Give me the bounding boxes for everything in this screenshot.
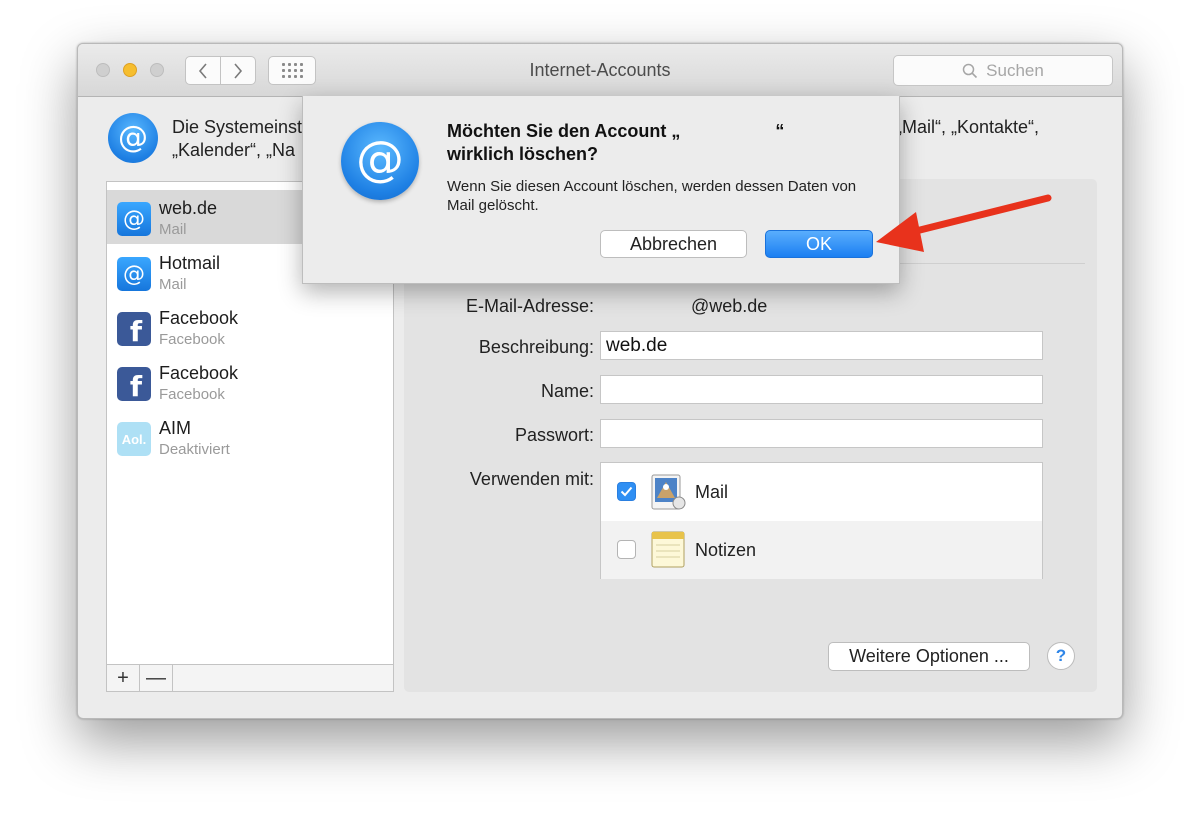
account-type: Facebook [159, 331, 225, 348]
description-label: Beschreibung: [478, 337, 594, 357]
account-name: Facebook [159, 308, 239, 328]
svg-text:f: f [130, 370, 143, 398]
svg-text:f: f [130, 315, 143, 343]
use-with-row-notes[interactable]: Notizen [601, 521, 1042, 579]
delete-account-dialog: @ Möchten Sie den Account „ “ wirklich l… [302, 96, 900, 284]
notes-app-label: Notizen [695, 540, 757, 560]
header-description-line2: „Kalender“, „Na [172, 140, 296, 160]
account-type: Mail [159, 276, 187, 293]
dialog-title-line2: wirklich löschen? [447, 144, 599, 164]
svg-text:@: @ [356, 131, 404, 187]
use-with-label: Verwenden mit: [469, 469, 594, 489]
at-icon: @ [356, 131, 404, 187]
notes-checkbox[interactable] [617, 540, 636, 559]
password-field[interactable] [600, 419, 1043, 448]
mail-app-icon [651, 474, 686, 510]
remove-account-button[interactable]: — [140, 665, 173, 691]
account-name: AIM [159, 418, 192, 438]
name-label: Name: [540, 381, 594, 401]
mail-app-label: Mail [695, 482, 729, 502]
cancel-button[interactable]: Abbrechen [600, 230, 747, 258]
title-bar[interactable]: Internet-Accounts Suchen [78, 44, 1122, 97]
dialog-message: Wenn Sie diesen Account löschen, werden … [447, 178, 857, 214]
internet-accounts-icon: @ [108, 113, 158, 163]
header-description-line1: Die Systemeinst [172, 117, 303, 137]
account-name: Facebook [159, 363, 239, 383]
facebook-icon: f [117, 367, 151, 401]
description-field[interactable] [600, 331, 1043, 360]
more-options-button[interactable]: Weitere Optionen ... [828, 642, 1030, 671]
account-type: Mail [159, 221, 187, 238]
account-item-facebook-1[interactable]: f Facebook Facebook [107, 300, 393, 354]
account-type: Facebook [159, 386, 225, 403]
help-button[interactable]: ? [1047, 642, 1075, 670]
annotation-arrow [876, 194, 1052, 252]
password-label: Passwort: [514, 425, 594, 445]
account-name: web.de [159, 198, 218, 218]
header-description-right: t „Mail“, „Kontakte“, [886, 117, 1040, 137]
svg-text:@: @ [123, 207, 145, 232]
email-label: E-Mail-Adresse: [465, 296, 594, 316]
internet-accounts-dialog-icon: @ [341, 122, 419, 200]
checkmark-icon [620, 486, 633, 497]
facebook-icon: f [117, 312, 151, 346]
account-type: Deaktiviert [159, 441, 230, 458]
name-field[interactable] [600, 375, 1043, 404]
svg-text:@: @ [118, 120, 148, 155]
email-value: @web.de [691, 296, 768, 316]
use-with-list: Mail Notizen [600, 462, 1043, 579]
search-placeholder: Suchen [986, 60, 1044, 80]
aol-icon: Aol. [117, 422, 151, 456]
account-list-toolbar: + — [106, 664, 394, 692]
notes-app-icon [651, 531, 685, 568]
mail-checkbox[interactable] [617, 482, 636, 501]
search-field[interactable]: Suchen [893, 55, 1113, 86]
account-item-aim[interactable]: Aol. AIM Deaktiviert [107, 410, 393, 464]
svg-text:@: @ [123, 262, 145, 287]
search-icon [962, 63, 978, 78]
at-icon: @ [117, 202, 151, 236]
add-account-button[interactable]: + [107, 665, 140, 691]
ok-button[interactable]: OK [765, 230, 873, 258]
at-icon: @ [118, 120, 148, 155]
dialog-title: Möchten Sie den Account „ “ [447, 121, 785, 141]
at-icon: @ [117, 257, 151, 291]
use-with-row-mail[interactable]: Mail [601, 463, 1042, 521]
account-item-facebook-2[interactable]: f Facebook Facebook [107, 355, 393, 409]
account-name: Hotmail [159, 253, 221, 273]
